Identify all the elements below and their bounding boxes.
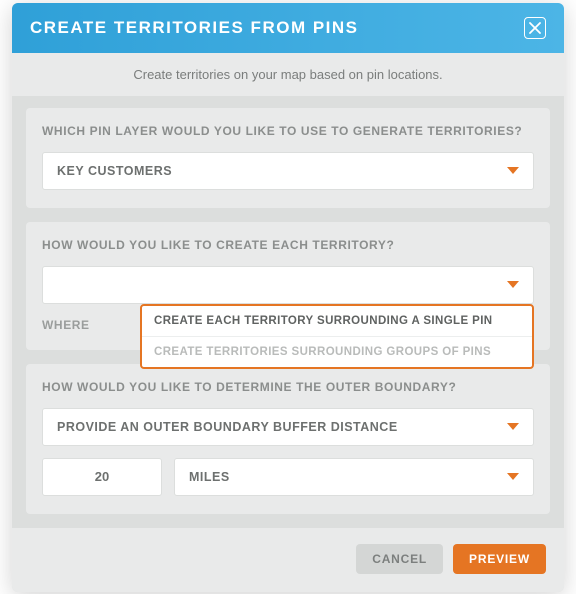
unit-selected: MILES — [189, 470, 230, 484]
create-method-select[interactable] — [42, 266, 534, 304]
option-single-pin[interactable]: CREATE EACH TERRITORY SURROUNDING A SING… — [142, 306, 532, 336]
unit-select[interactable]: MILES — [174, 458, 534, 496]
create-territories-modal: CREATE TERRITORIES FROM PINS Create terr… — [12, 3, 564, 592]
modal-body: WHICH PIN LAYER WOULD YOU LIKE TO USE TO… — [12, 96, 564, 514]
modal-footer: CANCEL PREVIEW — [12, 528, 564, 592]
chevron-down-icon — [507, 473, 519, 480]
preview-button[interactable]: PREVIEW — [453, 544, 546, 574]
section-create-method: HOW WOULD YOU LIKE TO CREATE EACH TERRIT… — [26, 222, 550, 350]
create-method-dropdown: CREATE EACH TERRITORY SURROUNDING A SING… — [140, 304, 534, 369]
modal-header: CREATE TERRITORIES FROM PINS — [12, 3, 564, 53]
boundary-method-selected: PROVIDE AN OUTER BOUNDARY BUFFER DISTANC… — [57, 420, 398, 434]
chevron-down-icon — [507, 281, 519, 288]
option-groups-of-pins[interactable]: CREATE TERRITORIES SURROUNDING GROUPS OF… — [142, 336, 532, 367]
modal-title: CREATE TERRITORIES FROM PINS — [30, 18, 359, 38]
close-button[interactable] — [524, 17, 546, 39]
boundary-method-select[interactable]: PROVIDE AN OUTER BOUNDARY BUFFER DISTANC… — [42, 408, 534, 446]
close-icon — [529, 22, 541, 34]
modal-subtitle: Create territories on your map based on … — [12, 53, 564, 96]
boundary-distance-row: MILES — [42, 458, 534, 496]
chevron-down-icon — [507, 423, 519, 430]
chevron-down-icon — [507, 167, 519, 174]
pin-layer-select[interactable]: KEY CUSTOMERS — [42, 152, 534, 190]
section-pin-layer: WHICH PIN LAYER WOULD YOU LIKE TO USE TO… — [26, 108, 550, 208]
cancel-button[interactable]: CANCEL — [356, 544, 443, 574]
boundary-label: HOW WOULD YOU LIKE TO DETERMINE THE OUTE… — [42, 380, 534, 394]
distance-input[interactable] — [42, 458, 162, 496]
section-boundary: HOW WOULD YOU LIKE TO DETERMINE THE OUTE… — [26, 364, 550, 514]
pin-layer-label: WHICH PIN LAYER WOULD YOU LIKE TO USE TO… — [42, 124, 534, 138]
create-method-label: HOW WOULD YOU LIKE TO CREATE EACH TERRIT… — [42, 238, 534, 252]
pin-layer-selected: KEY CUSTOMERS — [57, 164, 172, 178]
